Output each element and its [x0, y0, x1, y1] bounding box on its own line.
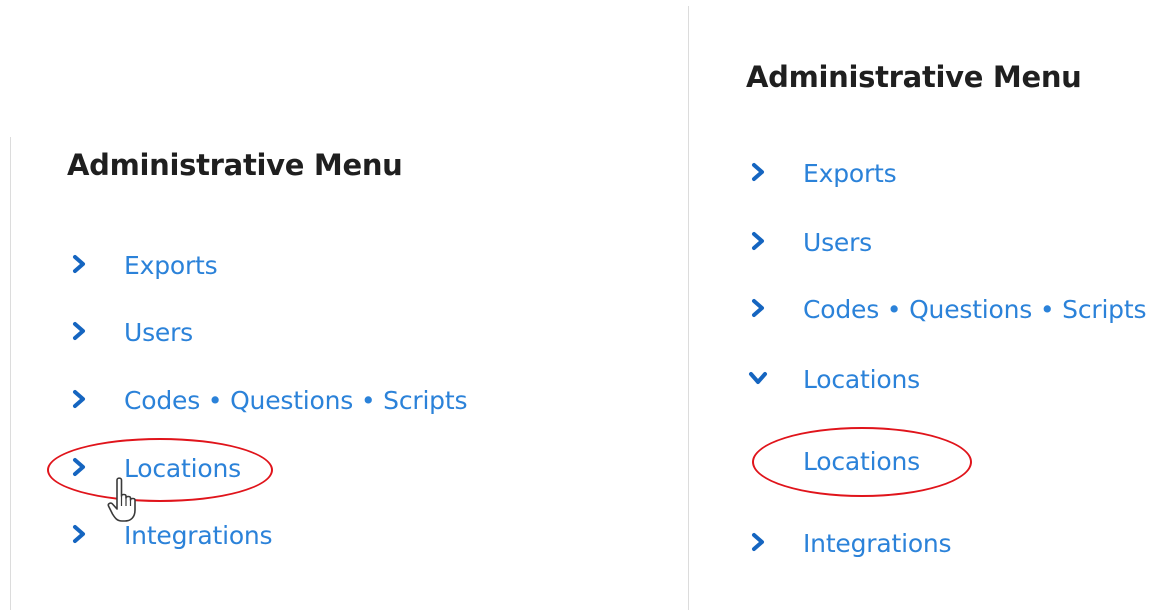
left-menu-item-users-label[interactable]: Users [124, 318, 193, 347]
chevron-right-icon [752, 299, 764, 317]
left-menu-heading: Administrative Menu [67, 148, 403, 182]
right-menu-item-integrations-label[interactable]: Integrations [803, 529, 952, 558]
chevron-right-icon [73, 390, 85, 408]
right-menu-item-exports-label[interactable]: Exports [803, 159, 897, 188]
right-menu-item-locations-label[interactable]: Locations [803, 365, 920, 394]
chevron-right-icon [752, 163, 764, 181]
chevron-right-icon [73, 525, 85, 543]
panel-divider [688, 6, 689, 610]
chevron-right-icon [73, 322, 85, 340]
screenshot-canvas: Administrative Menu Exports Users Codes … [0, 0, 1165, 610]
left-menu-item-integrations-label[interactable]: Integrations [124, 521, 273, 550]
left-menu-item-codes-label[interactable]: Codes • Questions • Scripts [124, 386, 467, 415]
chevron-right-icon [73, 458, 85, 476]
chevron-right-icon [752, 232, 764, 250]
right-menu-heading: Administrative Menu [746, 60, 1082, 94]
chevron-down-icon [749, 372, 767, 384]
hand-pointer-icon [107, 477, 136, 522]
left-panel-border [10, 137, 11, 610]
left-menu-item-exports-label[interactable]: Exports [124, 251, 218, 280]
right-menu-item-users-label[interactable]: Users [803, 228, 872, 257]
right-menu-item-codes-label[interactable]: Codes • Questions • Scripts [803, 295, 1146, 324]
chevron-right-icon [73, 255, 85, 273]
right-submenu-item-locations-label[interactable]: Locations [803, 447, 920, 476]
chevron-right-icon [752, 533, 764, 551]
